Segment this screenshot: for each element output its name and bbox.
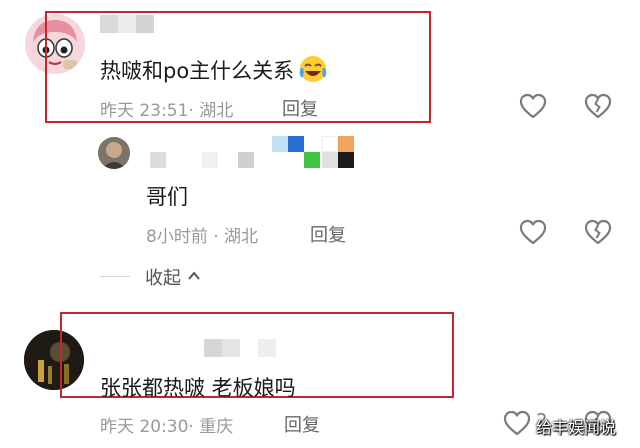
person-photo-icon	[98, 137, 130, 169]
chevron-up-icon	[187, 271, 200, 280]
comment-text: 张张都热啵 老板娘吗	[100, 376, 296, 400]
reply-time: 8小时前	[146, 227, 208, 247]
comment-location: 重庆	[199, 417, 234, 437]
reply-button[interactable]: 回复	[282, 95, 318, 121]
comment-text: 热啵和po主什么关系	[100, 54, 328, 85]
comment-time: 昨天 23:51	[100, 101, 189, 121]
comment-meta: 昨天 23:51· 湖北	[100, 96, 233, 121]
comment-meta: 昨天 20:30· 重庆	[100, 412, 233, 437]
comment-text-label: 热啵和po主什么关系	[100, 59, 295, 83]
collapse-divider	[100, 276, 130, 277]
dislike-broken-heart-icon[interactable]	[583, 91, 613, 121]
comment-time: 昨天 20:30	[100, 417, 189, 437]
like-heart-icon[interactable]	[518, 217, 548, 247]
reply-button[interactable]: 回复	[284, 411, 320, 437]
collapse-label: 收起	[145, 268, 181, 289]
comment-location: 湖北	[199, 101, 234, 121]
dislike-broken-heart-icon[interactable]	[583, 217, 613, 247]
like-heart-icon[interactable]	[518, 91, 548, 121]
face-with-tears-of-joy-icon	[299, 56, 327, 82]
watermark: 给丰娱闻说	[536, 418, 617, 437]
reply-location: 湖北	[224, 227, 259, 247]
meta-separator: ·	[188, 101, 194, 121]
reply-reply-button[interactable]: 回复	[310, 221, 346, 247]
reply-meta: 8小时前 · 湖北	[146, 222, 258, 247]
reply-avatar[interactable]	[98, 137, 130, 169]
collapse-replies-button[interactable]: 收起	[145, 264, 201, 290]
reply-username-redacted	[150, 136, 360, 170]
meta-separator: ·	[213, 227, 219, 247]
reply-text: 哥们	[146, 185, 188, 209]
like-heart-icon[interactable]	[502, 408, 532, 438]
meta-separator: ·	[188, 417, 194, 437]
